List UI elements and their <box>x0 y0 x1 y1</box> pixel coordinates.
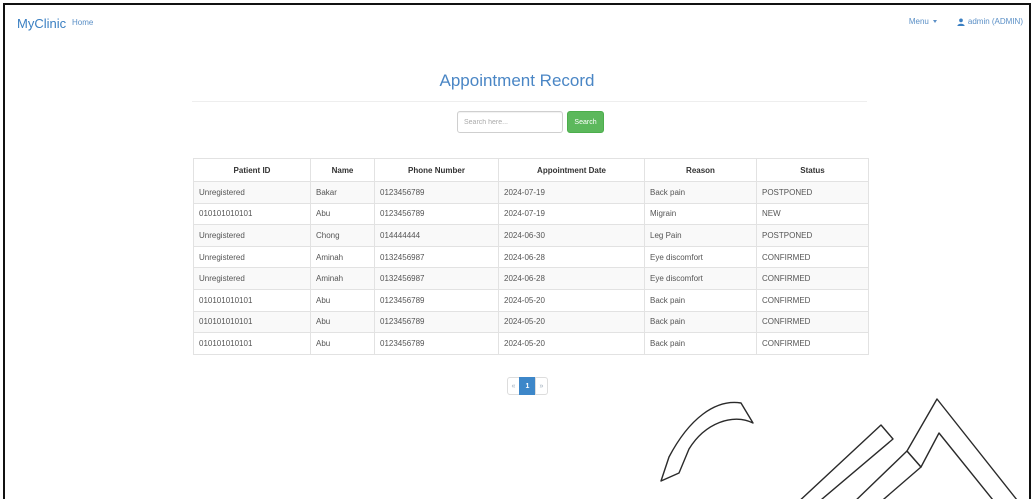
cell-patient-id: 010101010101 <box>193 332 311 355</box>
table-row: 010101010101 Abu 0123456789 2024-05-20 B… <box>193 332 869 355</box>
cell-phone-number: 0123456789 <box>374 310 499 334</box>
header-phone-number: Phone Number <box>374 158 499 182</box>
cell-appointment-date: 2024-06-28 <box>498 267 645 290</box>
cell-reason: Back pain <box>644 310 757 334</box>
cell-patient-id: Unregistered <box>193 245 311 269</box>
caret-down-icon <box>932 20 937 23</box>
header-appointment-date: Appointment Date <box>498 158 645 182</box>
cell-status: CONFIRMED <box>756 267 869 290</box>
cell-reason: Migrain <box>644 202 757 226</box>
cell-name: Abu <box>310 288 375 312</box>
cell-appointment-date: 2024-07-19 <box>498 202 645 226</box>
user-icon <box>957 18 965 26</box>
table-row: Unregistered Aminah 0132456987 2024-06-2… <box>193 267 869 290</box>
page-title: Appointment Record <box>439 71 595 90</box>
menu-dropdown[interactable]: Menu <box>909 17 937 26</box>
cell-patient-id: 010101010101 <box>193 202 311 226</box>
cell-status: CONFIRMED <box>756 310 869 334</box>
table-row: 010101010101 Abu 0123456789 2024-05-20 B… <box>193 288 869 312</box>
pagination-page-1[interactable]: 1 <box>519 377 536 395</box>
pagination: « 1 » <box>507 377 548 395</box>
search-input[interactable] <box>457 111 563 133</box>
cell-patient-id: 010101010101 <box>193 310 311 334</box>
table-row: Unregistered Chong 014444444 2024-06-30 … <box>193 224 869 247</box>
table-header-row: Patient ID Name Phone Number Appointment… <box>193 158 869 182</box>
navbar-right: Menu admin (ADMIN) <box>909 17 1023 26</box>
cell-phone-number: 0132456987 <box>374 245 499 269</box>
appointment-table: Patient ID Name Phone Number Appointment… <box>193 158 869 355</box>
header-status: Status <box>756 158 869 182</box>
cell-status: NEW <box>756 202 869 226</box>
cell-phone-number: 0123456789 <box>374 181 499 204</box>
menu-label: Menu <box>908 17 929 26</box>
cell-name: Abu <box>310 202 375 226</box>
table-row: Unregistered Aminah 0132456987 2024-06-2… <box>193 245 869 269</box>
cell-name: Abu <box>310 310 375 334</box>
cell-reason: Back pain <box>644 332 757 355</box>
app-window: MyClinic Home Menu admin (ADMIN) Appoint… <box>3 3 1031 499</box>
table-row: Unregistered Bakar 0123456789 2024-07-19… <box>193 181 869 204</box>
cell-status: POSTPONED <box>756 224 869 247</box>
header-name: Name <box>310 158 375 182</box>
cell-reason: Eye discomfort <box>644 245 757 269</box>
cell-phone-number: 0123456789 <box>374 288 499 312</box>
cell-appointment-date: 2024-05-20 <box>498 332 645 355</box>
cell-status: CONFIRMED <box>756 245 869 269</box>
appointment-table-container: Patient ID Name Phone Number Appointment… <box>193 158 869 355</box>
cell-appointment-date: 2024-07-19 <box>498 181 645 204</box>
cell-phone-number: 014444444 <box>374 224 499 247</box>
header-reason: Reason <box>644 158 757 182</box>
table-row: 010101010101 Abu 0123456789 2024-05-20 B… <box>193 310 869 334</box>
cell-name: Aminah <box>310 245 375 269</box>
table-row: 010101010101 Abu 0123456789 2024-07-19 M… <box>193 202 869 226</box>
top-navbar: MyClinic Home Menu admin (ADMIN) <box>5 5 1029 43</box>
user-label: admin (ADMIN) <box>967 17 1023 26</box>
cell-phone-number: 0123456789 <box>374 202 499 226</box>
brand-link[interactable]: MyClinic <box>17 16 66 31</box>
cell-phone-number: 0132456987 <box>374 267 499 290</box>
header-patient-id: Patient ID <box>193 158 311 182</box>
cell-name: Bakar <box>310 181 375 204</box>
cell-status: POSTPONED <box>756 181 869 204</box>
user-menu[interactable]: admin (ADMIN) <box>957 17 1023 26</box>
pagination-next-button[interactable]: » <box>535 377 548 395</box>
cell-reason: Eye discomfort <box>644 267 757 290</box>
cell-appointment-date: 2024-05-20 <box>498 310 645 334</box>
cell-status: CONFIRMED <box>756 332 869 355</box>
cell-patient-id: Unregistered <box>193 224 311 247</box>
cell-reason: Back pain <box>644 181 757 204</box>
cell-reason: Back pain <box>644 288 757 312</box>
search-form: Search <box>457 111 604 133</box>
cell-reason: Leg Pain <box>644 224 757 247</box>
cell-appointment-date: 2024-06-28 <box>498 245 645 269</box>
cell-name: Chong <box>310 224 375 247</box>
cell-appointment-date: 2024-05-20 <box>498 288 645 312</box>
cell-name: Abu <box>310 332 375 355</box>
search-button[interactable]: Search <box>567 111 604 133</box>
cell-appointment-date: 2024-06-30 <box>498 224 645 247</box>
watermark-logo <box>660 398 1018 499</box>
nav-home-link[interactable]: Home <box>72 18 93 27</box>
cell-patient-id: 010101010101 <box>193 288 311 312</box>
title-divider <box>192 101 867 102</box>
cell-patient-id: Unregistered <box>193 267 311 290</box>
cell-name: Aminah <box>310 267 375 290</box>
cell-status: CONFIRMED <box>756 288 869 312</box>
cell-phone-number: 0123456789 <box>374 332 499 355</box>
cell-patient-id: Unregistered <box>193 181 311 204</box>
